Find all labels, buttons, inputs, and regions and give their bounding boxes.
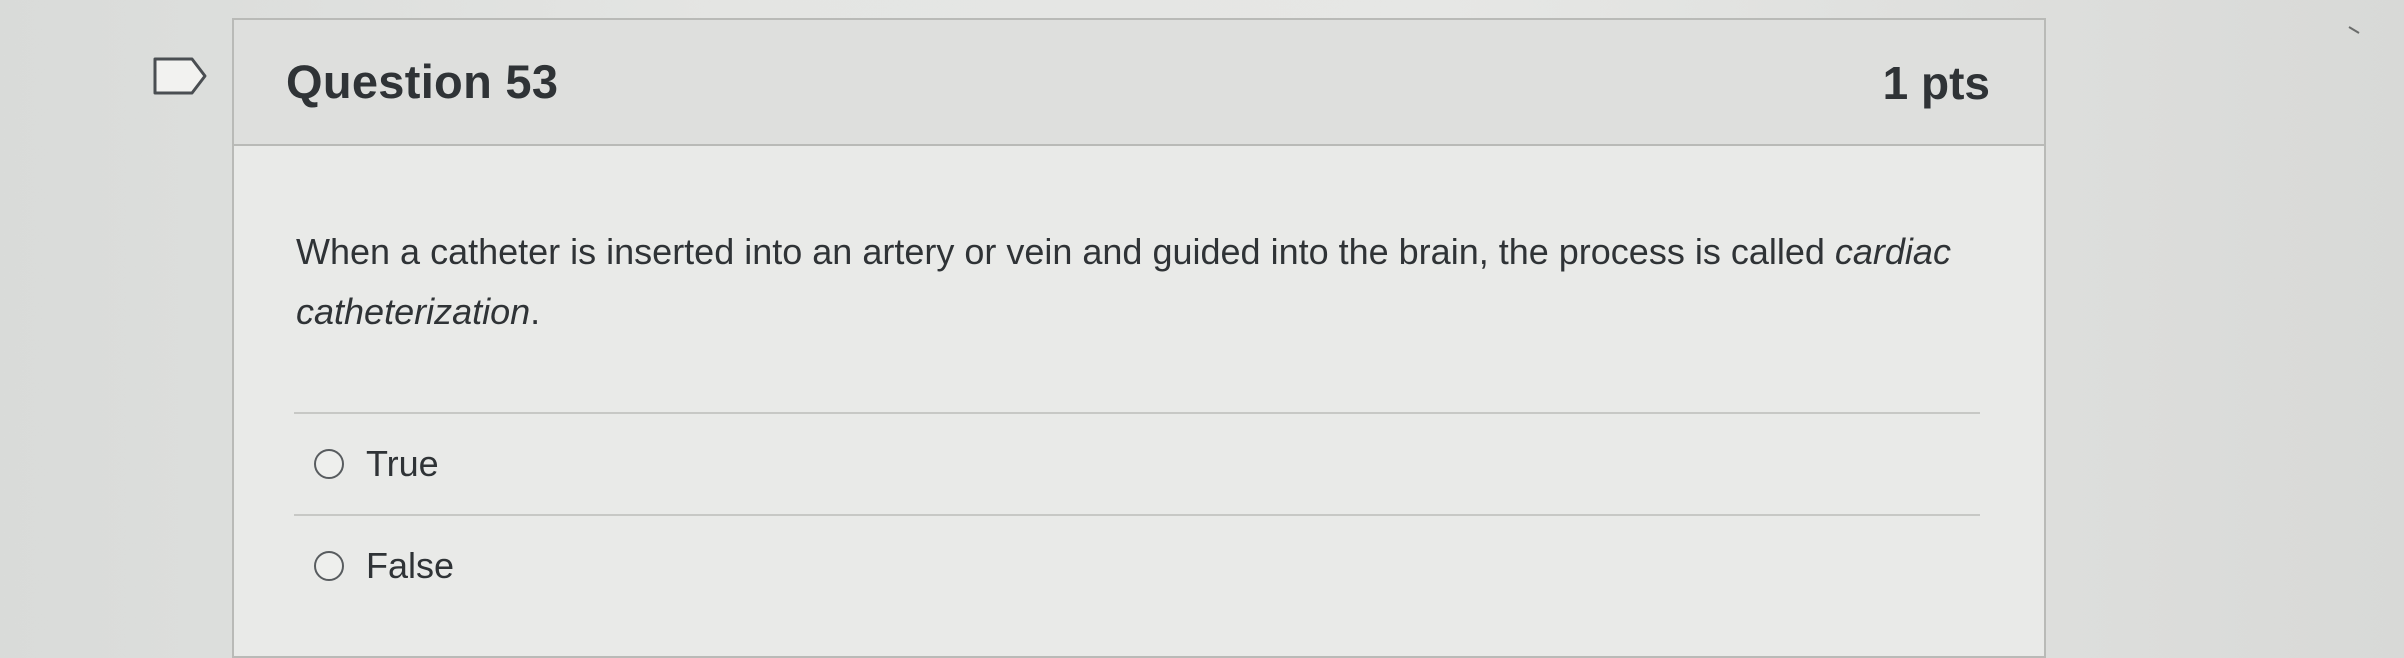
question-points: 1 pts: [1882, 57, 1990, 109]
question-text-after: .: [530, 291, 541, 332]
answer-label: True: [366, 443, 439, 484]
radio-unselected-icon[interactable]: [314, 551, 344, 581]
answer-option-true[interactable]: True: [314, 443, 439, 485]
answer-divider: [294, 514, 1980, 516]
question-title: Question 53: [286, 55, 559, 108]
question-header: Question 53 1 pts: [234, 20, 2044, 146]
answer-option-false[interactable]: False: [314, 545, 454, 587]
question-card: Question 53 1 pts When a catheter is ins…: [232, 18, 2046, 658]
radio-unselected-icon[interactable]: [314, 449, 344, 479]
answer-label: False: [366, 545, 455, 586]
question-text-before: When a catheter is inserted into an arte…: [296, 231, 1835, 272]
question-text: When a catheter is inserted into an arte…: [296, 222, 1976, 342]
answer-divider: [294, 412, 1980, 414]
flag-question-icon[interactable]: [152, 56, 208, 96]
decorative-mark: [2348, 26, 2360, 34]
